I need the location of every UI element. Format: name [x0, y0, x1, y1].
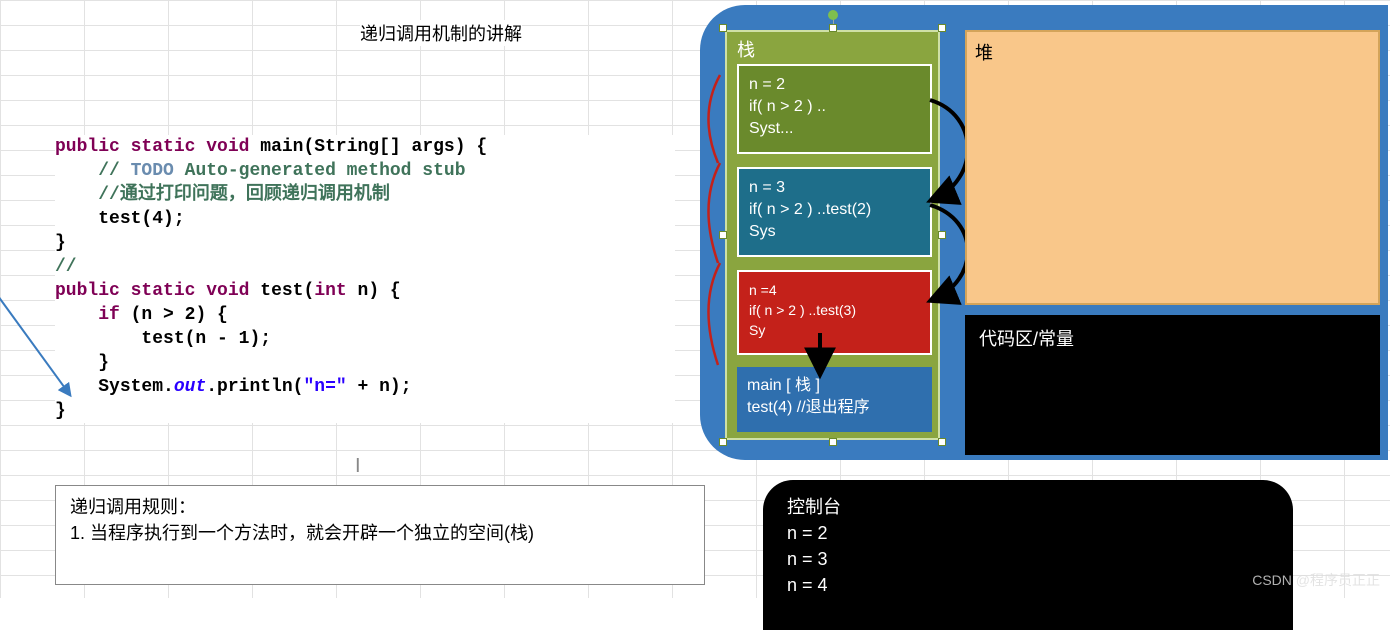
watermark: CSDN @程序员正正: [1252, 570, 1380, 590]
method-test: test: [260, 281, 303, 301]
code-area-region: 代码区/常量: [965, 315, 1380, 455]
resize-handle-icon[interactable]: [719, 24, 727, 32]
kw-public: public: [55, 137, 120, 157]
resize-handle-icon[interactable]: [719, 231, 727, 239]
resize-handle-icon[interactable]: [719, 438, 727, 446]
diagram-title: 递归调用机制的讲解: [360, 20, 522, 46]
resize-handle-icon[interactable]: [938, 231, 946, 239]
code-area-title: 代码区/常量: [979, 325, 1366, 351]
kw-static: static: [131, 137, 196, 157]
resize-handle-icon[interactable]: [829, 438, 837, 446]
comment-sep: //: [55, 257, 77, 277]
rules-item-1: 1. 当程序执行到一个方法时，就会开辟一个独立的空间(栈): [70, 520, 690, 546]
heap-region: [965, 30, 1380, 305]
stack-frame-n2: n = 2 if( n > 2 ) .. Syst...: [737, 64, 932, 154]
rules-header: 递归调用规则：: [70, 494, 690, 520]
stack-frame-n3: n = 3 if( n > 2 ) ..test(2) Sys: [737, 167, 932, 257]
call-test4: test(4);: [98, 209, 184, 229]
stack-region[interactable]: 栈 n = 2 if( n > 2 ) .. Syst... n = 3 if(…: [725, 30, 940, 440]
stack-frame-main: main [ 栈 ] test(4) //退出程序: [737, 367, 932, 432]
kw-void: void: [206, 137, 249, 157]
console-line: n = 3: [787, 546, 1269, 572]
stack-frame-n4: n =4 if( n > 2 ) ..test(3) Sy: [737, 270, 932, 355]
sig-main: (String[] args) {: [304, 137, 488, 157]
text-cursor-icon: I: [355, 455, 361, 478]
console-box: 控制台 n = 2 n = 3 n = 4: [763, 480, 1293, 630]
method-main: main: [260, 137, 303, 157]
console-title: 控制台: [787, 494, 1269, 520]
comment-todo: // TODO Auto-generated method stub: [98, 161, 465, 181]
comment-cn: //通过打印问题，回顾递归调用机制: [98, 185, 390, 205]
resize-handle-icon[interactable]: [938, 24, 946, 32]
rules-box: 递归调用规则： 1. 当程序执行到一个方法时，就会开辟一个独立的空间(栈): [55, 485, 705, 585]
memory-panel: 栈 n = 2 if( n > 2 ) .. Syst... n = 3 if(…: [700, 5, 1388, 460]
code-block: public static void main(String[] args) {…: [55, 135, 675, 423]
rotate-handle-icon[interactable]: [828, 10, 838, 20]
call-recurse: test(n - 1);: [141, 329, 271, 349]
resize-handle-icon[interactable]: [938, 438, 946, 446]
heap-title: 堆: [975, 39, 993, 65]
stack-title: 栈: [727, 32, 938, 66]
console-line: n = 2: [787, 520, 1269, 546]
brace-close: }: [55, 233, 66, 253]
console-line: n = 4: [787, 572, 1269, 598]
